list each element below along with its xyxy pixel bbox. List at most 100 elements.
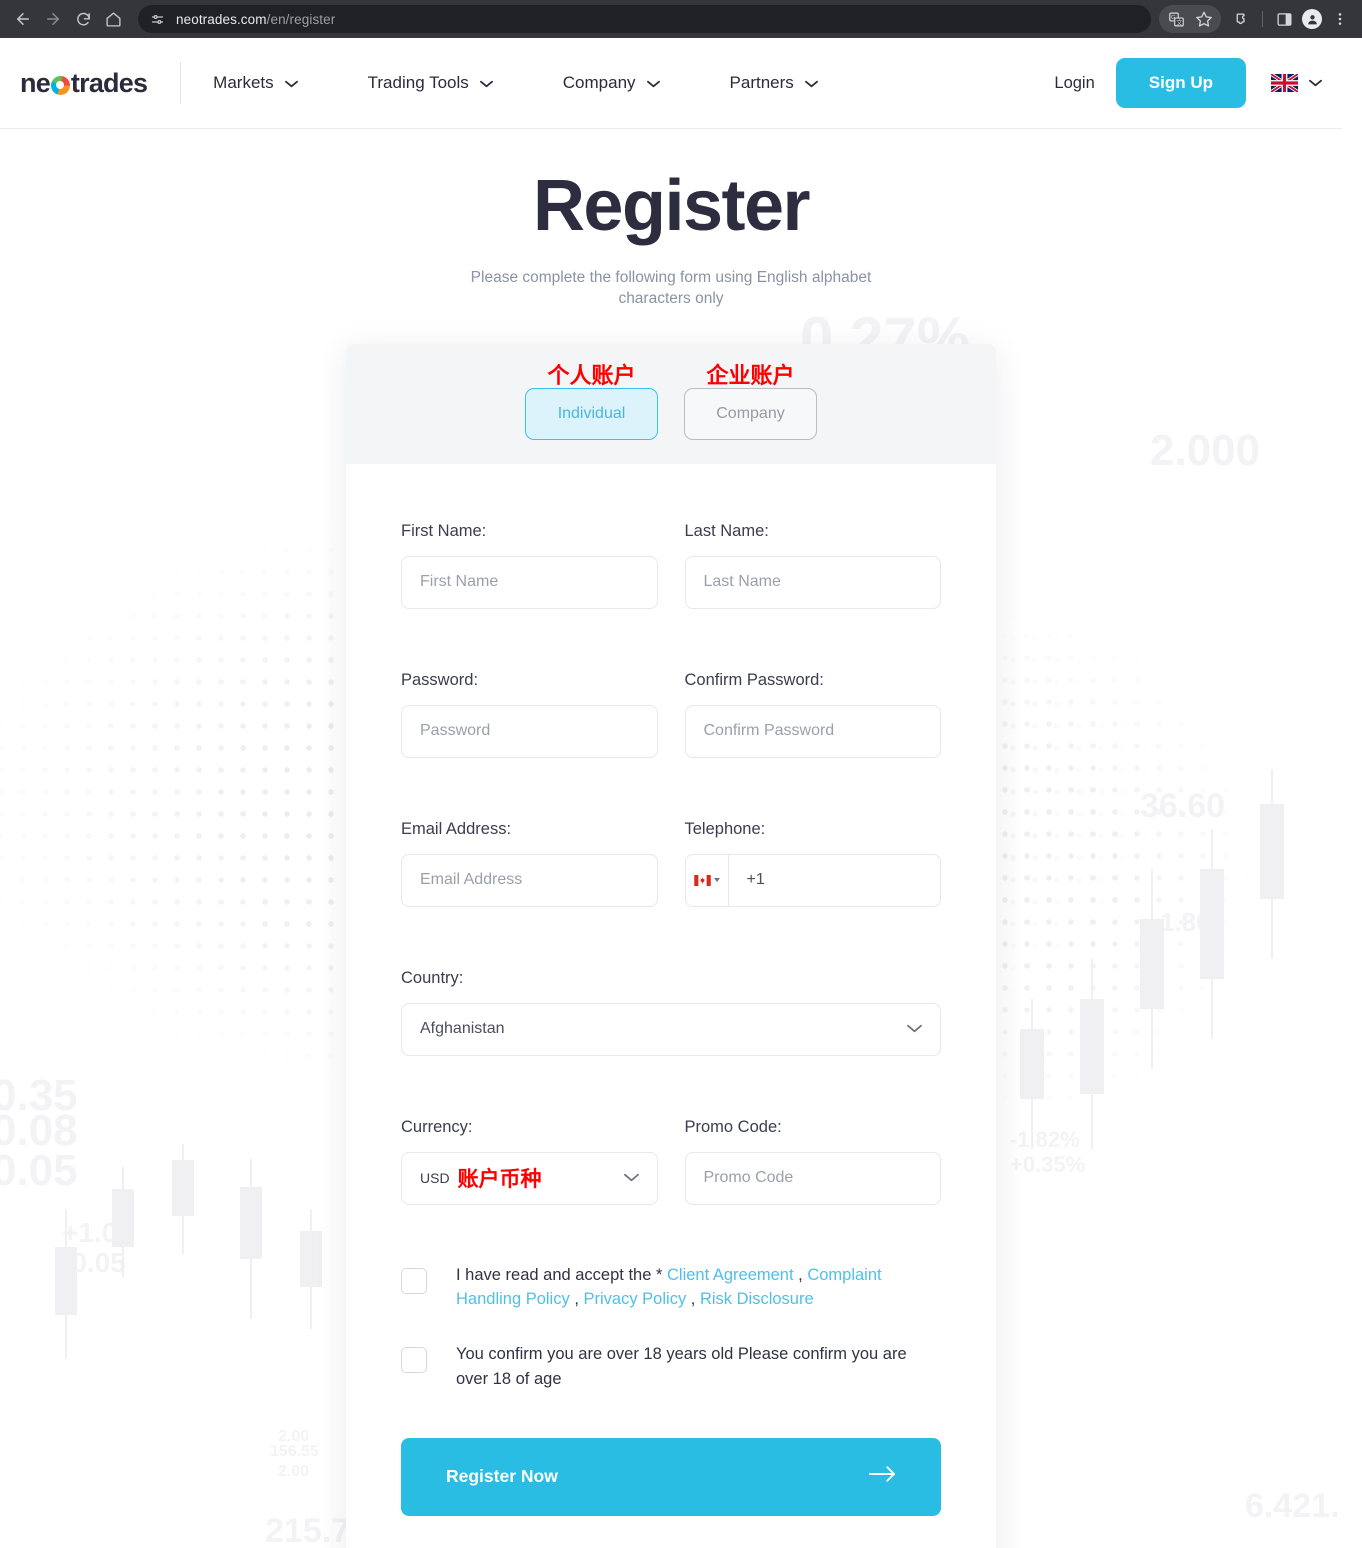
candle (112, 1167, 134, 1277)
promo-field-group: Promo Code: (684, 1118, 941, 1205)
nav-item-trading-tools[interactable]: Trading Tools (368, 73, 533, 93)
confirm-password-field-group: Confirm Password: (684, 670, 941, 758)
login-link[interactable]: Login (1054, 74, 1094, 93)
brand-logo[interactable]: ne trades (20, 67, 148, 99)
uk-flag-icon (1271, 74, 1298, 92)
address-bar-text: neotrades.com/en/register (176, 11, 336, 27)
translate-icon[interactable]: 文G (1162, 4, 1190, 34)
candle (1260, 769, 1284, 959)
bg-number: +0.35% (1010, 1152, 1086, 1177)
header-divider (180, 62, 182, 104)
bg-number: -0.05 (62, 1247, 126, 1278)
nav-item-markets[interactable]: Markets (213, 73, 337, 93)
forward-arrow-icon[interactable] (38, 4, 68, 34)
star-icon[interactable] (1190, 4, 1218, 34)
bg-number: 2.00 (278, 1463, 310, 1480)
individual-annotation-cn: 个人账户 (547, 363, 636, 389)
bg-number: -1.82% (1010, 1127, 1080, 1152)
first-name-field-group: First Name: (401, 522, 658, 609)
register-now-label: Register Now (446, 1466, 558, 1487)
sign-up-button[interactable]: Sign Up (1115, 58, 1246, 108)
bg-number: +1.00 (62, 1217, 133, 1248)
three-dot-menu-icon[interactable] (1326, 4, 1354, 34)
company-annotation-cn: 企业账户 (706, 363, 795, 389)
chevron-down-icon (804, 73, 818, 93)
privacy-policy-link[interactable]: Privacy Policy (584, 1290, 687, 1308)
confirm-password-input[interactable] (684, 704, 941, 758)
sep: , (793, 1265, 808, 1284)
hero: Register Please complete the following f… (0, 129, 1342, 310)
back-arrow-icon[interactable] (8, 4, 38, 34)
risk-disclosure-link[interactable]: Risk Disclosure (700, 1290, 814, 1308)
currency-select[interactable]: USD 账户币种 (401, 1151, 658, 1205)
side-panel-icon[interactable] (1270, 4, 1298, 34)
nav-label: Trading Tools (367, 73, 469, 92)
site-settings-icon[interactable] (148, 10, 166, 28)
bg-number: 1.86 (1160, 907, 1211, 937)
currency-label: Currency: (401, 1117, 473, 1136)
bg-number: 0.08 (0, 1106, 78, 1155)
address-bar[interactable]: neotrades.com/en/register (138, 5, 1151, 33)
bg-number: 0.05 (0, 1146, 78, 1195)
age-checkbox[interactable] (401, 1347, 427, 1374)
last-name-label: Last Name: (684, 521, 769, 540)
tab-company[interactable]: Company (684, 387, 817, 440)
terms-checkbox[interactable] (401, 1267, 427, 1294)
svg-text:文: 文 (1176, 17, 1183, 26)
nav-label: Partners (729, 73, 794, 92)
terms-lead: I have read and accept the * (456, 1265, 667, 1284)
toolbar-actions: 文G (1159, 4, 1354, 34)
canada-flag-icon (693, 874, 711, 886)
svg-text:G: G (1171, 15, 1175, 21)
home-icon[interactable] (98, 4, 128, 34)
name-row: First Name: Last Name: (401, 522, 941, 609)
chevron-down-icon (479, 73, 493, 93)
register-form: First Name: Last Name: Password: Confirm… (346, 463, 996, 1548)
extensions-puzzle-icon[interactable] (1227, 4, 1255, 34)
currency-annotation-cn: 账户币种 (457, 1167, 542, 1192)
nav-label: Company (562, 73, 636, 92)
email-field-group: Email Address: (401, 820, 658, 907)
first-name-label: First Name: (401, 521, 487, 540)
last-name-input[interactable] (684, 555, 941, 609)
candle (1200, 829, 1224, 1039)
currency-select-wrapper: USD 账户币种 (401, 1151, 658, 1205)
password-input[interactable] (401, 704, 658, 758)
profile-avatar-icon[interactable] (1298, 4, 1326, 34)
bg-number: 36.60 (1140, 787, 1226, 825)
register-now-button[interactable]: Register Now (401, 1437, 941, 1516)
terms-consent-row: I have read and accept the * Client Agre… (401, 1263, 941, 1312)
register-page: 0.27% 2.000 0.35 0.08 0.05 +1.00 -0.05 -… (0, 129, 1342, 1548)
chevron-down-icon (713, 878, 720, 883)
site-header: ne trades Markets Trading Tools Company P… (0, 38, 1342, 129)
language-selector[interactable] (1271, 74, 1322, 92)
nav-item-partners[interactable]: Partners (730, 73, 858, 93)
candle (172, 1144, 194, 1254)
client-agreement-link[interactable]: Client Agreement (667, 1266, 794, 1284)
email-input[interactable] (401, 853, 658, 907)
telephone-input[interactable]: +1 (729, 855, 941, 906)
register-card: 个人账户 Individual 企业账户 Company First Name:… (346, 343, 996, 1548)
tab-individual[interactable]: Individual (525, 387, 658, 440)
confirm-password-label: Confirm Password: (684, 670, 824, 689)
email-label: Email Address: (401, 819, 512, 838)
nav-item-company[interactable]: Company (563, 73, 700, 93)
last-name-field-group: Last Name: (684, 521, 941, 609)
country-code-selector[interactable] (686, 854, 729, 906)
country-select[interactable]: Afghanistan (401, 1002, 941, 1056)
age-text: You confirm you are over 18 years old Pl… (456, 1345, 907, 1388)
currency-row: Currency: USD 账户币种 Promo Code: (401, 1118, 941, 1205)
promo-input[interactable] (684, 1151, 941, 1205)
candle (240, 1159, 262, 1319)
password-row: Password: Confirm Password: (401, 671, 941, 758)
arrow-right-icon (869, 1465, 896, 1488)
currency-field-group: Currency: USD 账户币种 (401, 1118, 658, 1205)
chevron-down-icon (284, 73, 298, 93)
reload-icon[interactable] (68, 4, 98, 34)
first-name-input[interactable] (401, 555, 658, 609)
logo-text-post: trades (70, 67, 148, 98)
chevron-down-icon (646, 73, 660, 93)
